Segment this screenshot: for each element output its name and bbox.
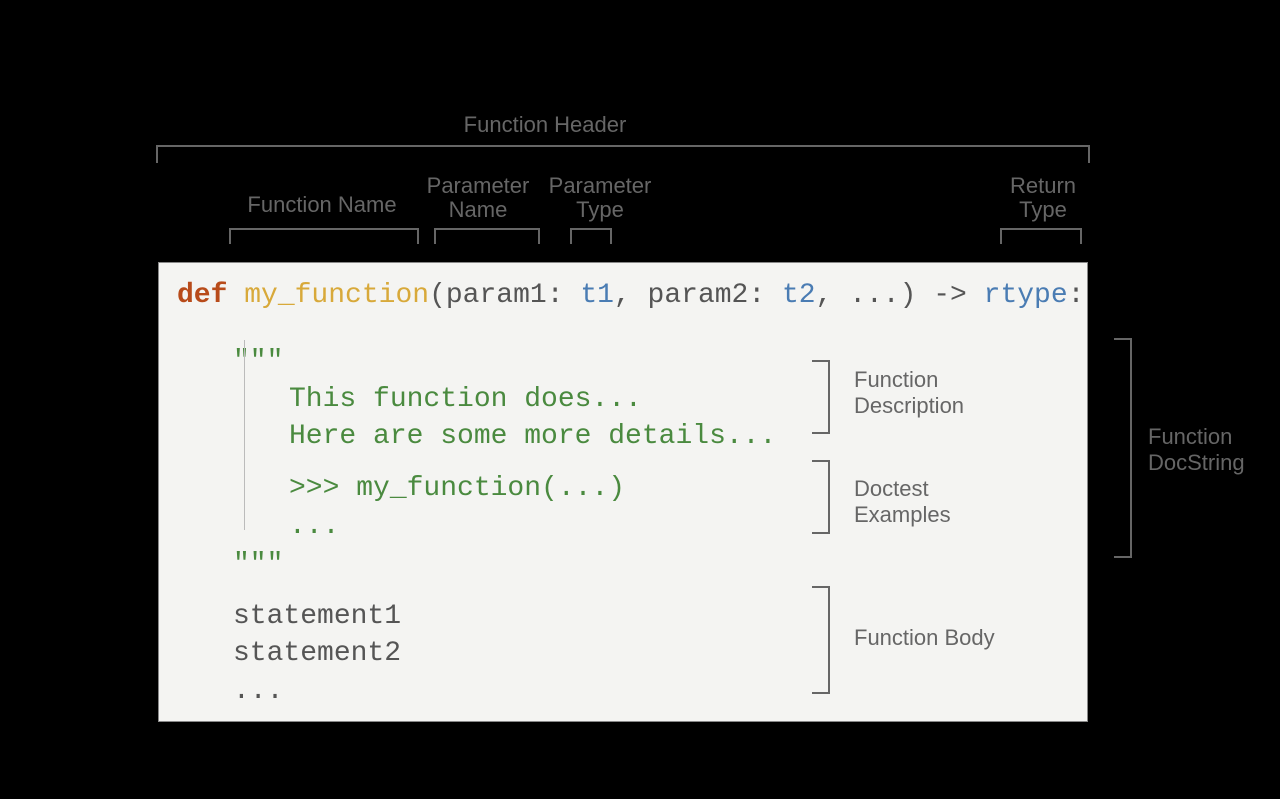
colon: : bbox=[547, 280, 581, 311]
label-function-description: Function Description bbox=[854, 367, 964, 420]
label-line: Type bbox=[576, 197, 624, 222]
label-parameter-type: Parameter Type bbox=[540, 174, 660, 222]
function-name-token: my_function bbox=[244, 280, 429, 311]
bracket-function-name bbox=[229, 228, 419, 244]
label-line: Return bbox=[1010, 173, 1076, 198]
label-function-header: Function Header bbox=[0, 112, 1090, 138]
param1-type: t1 bbox=[580, 280, 614, 311]
label-doctest-examples: Doctest Examples bbox=[854, 476, 951, 529]
param1-name: param1 bbox=[446, 280, 547, 311]
docstring-vertical-guide bbox=[244, 340, 245, 530]
param2-name: param2 bbox=[648, 280, 749, 311]
bracket-function-body bbox=[812, 586, 830, 694]
label-line: DocString bbox=[1148, 450, 1245, 475]
param2-type: t2 bbox=[782, 280, 816, 311]
label-return-type: Return Type bbox=[998, 174, 1088, 222]
bracket-function-header bbox=[156, 145, 1090, 163]
label-line: Examples bbox=[854, 502, 951, 527]
docstring-close: """ bbox=[177, 546, 1069, 584]
label-function-name: Function Name bbox=[232, 192, 412, 218]
docstring-desc-line: Here are some more details... bbox=[177, 418, 1069, 456]
bracket-parameter-type bbox=[570, 228, 612, 244]
open-paren: ( bbox=[429, 280, 446, 311]
return-type-token: rtype bbox=[984, 280, 1068, 311]
bracket-doctest-examples bbox=[812, 460, 830, 534]
comma: , bbox=[816, 280, 850, 311]
label-line: Type bbox=[1019, 197, 1067, 222]
label-parameter-name: Parameter Name bbox=[418, 174, 538, 222]
close-paren: ) bbox=[900, 280, 917, 311]
label-line: Name bbox=[449, 197, 508, 222]
label-line: Doctest bbox=[854, 476, 929, 501]
bracket-return-type bbox=[1000, 228, 1082, 244]
keyword-def: def bbox=[177, 280, 244, 311]
arrow: -> bbox=[916, 280, 983, 311]
label-function-body: Function Body bbox=[854, 625, 995, 651]
comma: , bbox=[614, 280, 648, 311]
code-header-line: def my_function(param1: t1, param2: t2, … bbox=[177, 277, 1069, 315]
bracket-function-description bbox=[812, 360, 830, 434]
label-line: Description bbox=[854, 393, 964, 418]
end-colon: : bbox=[1068, 280, 1085, 311]
label-line: Function bbox=[854, 367, 938, 392]
label-function-docstring: Function DocString bbox=[1148, 424, 1245, 477]
bracket-parameter-name bbox=[434, 228, 540, 244]
label-line: Function bbox=[1148, 424, 1232, 449]
label-line: Parameter bbox=[549, 173, 652, 198]
params-ellipsis: ... bbox=[849, 280, 899, 311]
colon: : bbox=[748, 280, 782, 311]
bracket-function-docstring bbox=[1114, 338, 1132, 558]
label-line: Parameter bbox=[427, 173, 530, 198]
statement-line: ... bbox=[177, 673, 1069, 711]
